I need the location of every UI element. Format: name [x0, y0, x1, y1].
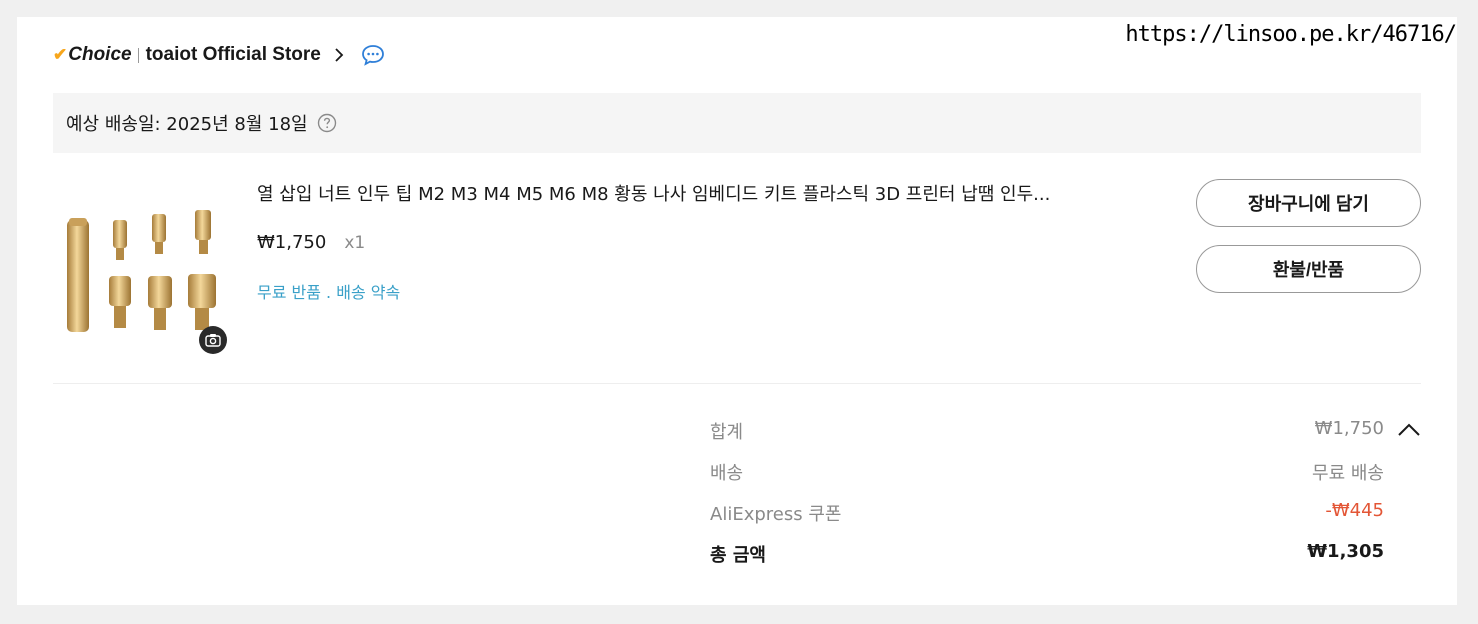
chat-bubble-icon[interactable]	[361, 44, 385, 66]
choice-badge: ✔ Choice	[53, 44, 132, 66]
store-header: ✔ Choice toaiot Official Store	[53, 40, 385, 70]
summary-row-total: 총 금액 ₩1,305	[710, 541, 1421, 582]
item-quantity: x1	[344, 233, 366, 253]
chevron-up-icon[interactable]	[1397, 422, 1421, 438]
watermark: https://linsoo.pe.kr/46716/	[1125, 22, 1457, 47]
store-name-link[interactable]: toaiot Official Store	[146, 44, 321, 66]
summary-row-coupon: AliExpress 쿠폰 -₩445	[710, 500, 1421, 541]
total-value: ₩1,305	[1307, 541, 1384, 562]
shipping-label: 배송	[710, 463, 744, 484]
summary-row-shipping: 배송 무료 배송	[710, 459, 1421, 500]
delivery-estimate-bar: 예상 배송일: 2025년 8월 18일	[53, 93, 1421, 153]
chevron-right-icon[interactable]	[333, 47, 345, 63]
help-circle-icon[interactable]	[317, 113, 337, 133]
divider	[137, 47, 139, 63]
shipping-value: 무료 배송	[1312, 463, 1384, 484]
summary-row-subtotal: 합계 ₩1,750	[710, 418, 1421, 459]
product-title-link[interactable]: 열 삽입 너트 인두 팁 M2 M3 M4 M5 M6 M8 황동 나사 임베디…	[257, 180, 1157, 206]
subtotal-value: ₩1,750	[1314, 418, 1384, 439]
coupon-label: AliExpress 쿠폰	[710, 504, 842, 525]
choice-label: Choice	[68, 44, 132, 65]
refund-return-button[interactable]: 환불/반품	[1196, 245, 1421, 293]
coupon-value: -₩445	[1325, 500, 1384, 521]
section-divider	[53, 383, 1421, 384]
total-label: 총 금액	[710, 545, 766, 566]
price-row: ₩1,750 x1	[257, 232, 365, 253]
add-to-cart-button[interactable]: 장바구니에 담기	[1196, 179, 1421, 227]
item-price: ₩1,750	[257, 232, 327, 253]
subtotal-label: 합계	[710, 422, 744, 443]
check-icon: ✔	[53, 45, 68, 64]
order-summary: 합계 ₩1,750 배송 무료 배송 AliExpress 쿠폰 -₩445 총…	[710, 418, 1421, 582]
delivery-date-text: 예상 배송일: 2025년 8월 18일	[66, 114, 308, 135]
delivery-perks: 무료 반품 . 배송 약속	[257, 283, 401, 302]
camera-icon[interactable]	[199, 326, 227, 354]
